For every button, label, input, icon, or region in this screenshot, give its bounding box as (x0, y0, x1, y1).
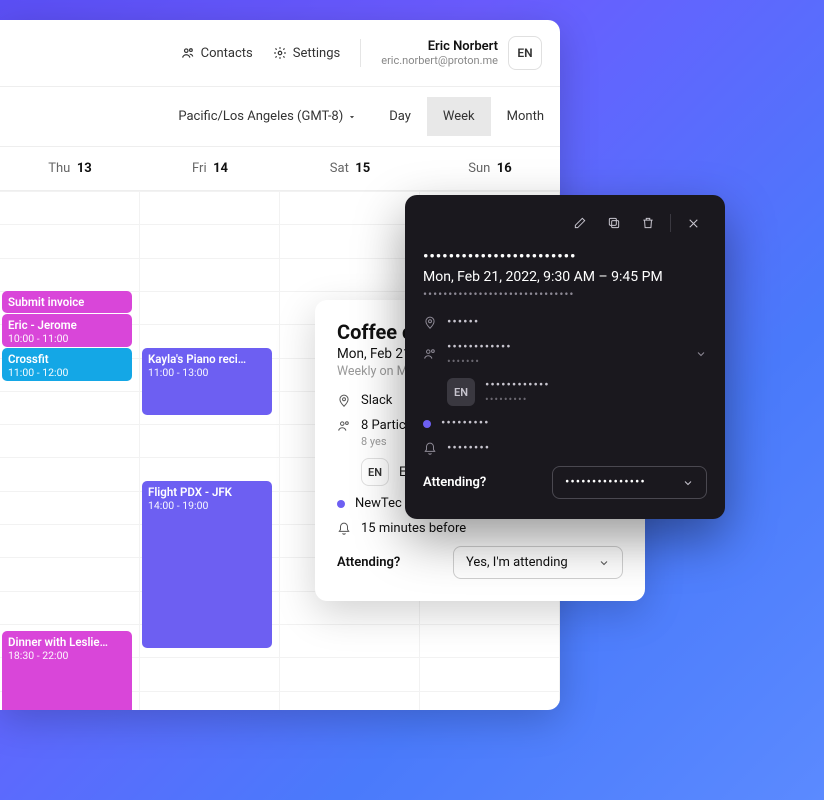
calendar-event[interactable]: Crossfit11:00 - 12:00 (2, 348, 132, 381)
calendar-row: ••••••••• (423, 416, 707, 431)
reminder-value: 15 minutes before (361, 521, 466, 536)
edit-button[interactable] (566, 209, 594, 237)
bell-icon (337, 522, 351, 536)
organizer-avatar: EN (361, 458, 389, 486)
day-header-cell: Fri 14 (140, 147, 280, 190)
attending-select[interactable]: Yes, I'm attending (453, 546, 623, 579)
delete-button[interactable] (634, 209, 662, 237)
chevron-down-icon (347, 112, 357, 122)
attending-label: Attending? (337, 555, 400, 570)
profile-text: Eric Norbert eric.norbert@proton.me (381, 39, 498, 67)
participants-value: 8 Partici (361, 418, 409, 433)
calendar-event[interactable]: Eric - Jerome10:00 - 11:00 (2, 314, 132, 347)
attending-footer: Attending? ••••••••••••••• (423, 466, 707, 499)
calendar-event[interactable]: Flight PDX - JFK14:00 - 19:00 (142, 481, 272, 648)
timezone-label: Pacific/Los Angeles (GMT-8) (178, 109, 343, 124)
avatar: EN (508, 36, 542, 70)
reminder-row: •••••••• (423, 441, 707, 456)
day-header-row: Thu 13Fri 14Sat 15Sun 16 (0, 147, 560, 191)
event-title-masked: •••••••••••••••••••••••• (423, 247, 707, 265)
location-icon (337, 394, 351, 408)
location-row: •••••• (423, 315, 707, 330)
profile-email: eric.norbert@proton.me (381, 54, 498, 67)
users-icon (423, 347, 437, 361)
bell-icon (423, 442, 437, 456)
organizer-row: EN •••••••••••• ••••••••• (423, 378, 707, 406)
contacts-icon (181, 46, 195, 60)
location-icon (423, 316, 437, 330)
gear-icon (273, 46, 287, 60)
close-button[interactable] (679, 209, 707, 237)
participants-row[interactable]: •••••••••••• ••••••• (423, 340, 707, 368)
attending-value-masked: ••••••••••••••• (565, 475, 646, 490)
org-line2-masked: ••••••••• (485, 393, 550, 406)
attending-select[interactable]: ••••••••••••••• (552, 466, 707, 499)
event-sub-masked: •••••••••••••••••••••••••••••• (423, 287, 707, 301)
calendar-event[interactable]: Submit invoice (2, 291, 132, 313)
profile-name: Eric Norbert (381, 39, 498, 54)
users-icon (337, 419, 351, 433)
view-tabs: Day Week Month (373, 97, 560, 136)
participants-masked: •••••••••••• (447, 340, 512, 355)
divider (670, 214, 671, 232)
profile-area[interactable]: Eric Norbert eric.norbert@proton.me EN (381, 36, 542, 70)
calendar-event[interactable]: Dinner with Leslie…18:30 - 22:00 (2, 631, 132, 710)
timezone-picker[interactable]: Pacific/Los Angeles (GMT-8) (162, 109, 373, 124)
calendar-name: NewTec (355, 496, 402, 511)
contacts-label: Contacts (201, 46, 253, 61)
divider (360, 39, 361, 67)
chevron-down-icon (598, 557, 610, 569)
calendar-masked: ••••••••• (441, 416, 489, 431)
attending-value: Yes, I'm attending (466, 555, 568, 570)
toolbar: Pacific/Los Angeles (GMT-8) Day Week Mon… (0, 86, 560, 147)
tab-month[interactable]: Month (491, 97, 560, 136)
participants-sub-masked: ••••••• (447, 355, 512, 368)
tab-week[interactable]: Week (427, 97, 491, 136)
location-value: Slack (361, 393, 392, 408)
calendar-event[interactable]: Kayla's Piano reci…11:00 - 13:00 (142, 348, 272, 415)
event-popover-dark: •••••••••••••••••••••••• Mon, Feb 21, 20… (405, 195, 725, 519)
reminder-masked: •••••••• (447, 441, 490, 456)
copy-button[interactable] (600, 209, 628, 237)
organizer-avatar: EN (447, 378, 475, 406)
reminder-row: 15 minutes before (337, 521, 623, 536)
calendar-color-dot (423, 420, 431, 428)
app-header: Contacts Settings Eric Norbert eric.norb… (0, 20, 560, 86)
attending-label: Attending? (423, 475, 486, 490)
day-header-cell: Sat 15 (280, 147, 420, 190)
attending-footer: Attending? Yes, I'm attending (337, 546, 623, 579)
day-header-cell: Sun 16 (420, 147, 560, 190)
org-line1-masked: •••••••••••• (485, 378, 550, 393)
chevron-down-icon (682, 477, 694, 489)
settings-label: Settings (293, 46, 340, 61)
contacts-link[interactable]: Contacts (181, 46, 253, 61)
event-datetime: Mon, Feb 21, 2022, 9:30 AM – 9:45 PM (423, 269, 707, 285)
settings-link[interactable]: Settings (273, 46, 340, 61)
location-masked: •••••• (447, 315, 479, 330)
day-header-cell: Thu 13 (0, 147, 140, 190)
popover-actions (423, 209, 707, 237)
calendar-color-dot (337, 500, 345, 508)
chevron-down-icon (695, 348, 707, 360)
tab-day[interactable]: Day (373, 97, 427, 136)
